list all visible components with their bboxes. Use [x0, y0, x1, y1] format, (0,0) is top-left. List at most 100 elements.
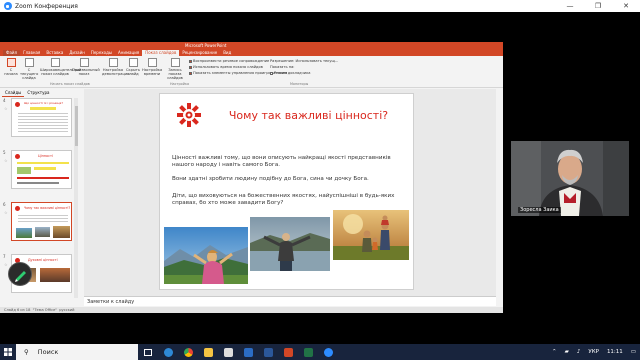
search-icon: ⚲: [24, 348, 29, 356]
task-view-icon[interactable]: [138, 344, 158, 360]
zoom-window-title: Zoom Конференция: [15, 2, 78, 10]
edge-icon[interactable]: [158, 344, 178, 360]
hide-slide-label: Скрыть слайд: [126, 68, 141, 76]
photo-family-sunset: [333, 210, 409, 260]
use-timings-label: Использовать время показа слайдов: [193, 65, 263, 69]
star-icon: ☆: [4, 158, 8, 163]
thumb-line: [17, 177, 69, 179]
slide-editor: Чому так важливі цінності? Цінності важл…: [84, 89, 496, 296]
ornament-icon: [177, 103, 201, 127]
network-icon[interactable]: ▰: [565, 349, 569, 355]
zoom-glyph: [323, 347, 333, 357]
participant-avatar: [511, 141, 629, 216]
broadcast-icon: [50, 58, 60, 67]
window-controls: — ❐ ✕: [556, 2, 640, 10]
tab-outline[interactable]: Структура: [24, 89, 52, 97]
file-explorer-icon[interactable]: [198, 344, 218, 360]
word-glyph: [263, 347, 273, 357]
show-on-select[interactable]: Показать на:: [270, 65, 295, 69]
maximize-button[interactable]: ❐: [584, 2, 612, 10]
custom-show-label: Произвольный показ: [72, 68, 100, 76]
setup-icon: [108, 58, 118, 67]
from-beginning-label: С начала: [4, 68, 18, 76]
start-button[interactable]: [0, 344, 16, 360]
annotate-icon: [15, 271, 26, 282]
mail-icon[interactable]: [238, 344, 258, 360]
narrations-label: Воспроизвести речевое сопровождение: [193, 59, 270, 63]
thumb-text: [18, 214, 68, 224]
slide-notes-field[interactable]: Заметки к слайду: [84, 296, 496, 306]
resolution-value: Использовать текущ...: [295, 59, 339, 63]
powerpoint-icon[interactable]: [278, 344, 298, 360]
excel-glyph: [303, 347, 313, 357]
thumb-line: [17, 182, 59, 184]
from-current-label: С текущего слайда: [20, 68, 39, 80]
slide-paragraph: Вони здатні зробити людину подібну до Бо…: [172, 176, 369, 182]
broadcast-button[interactable]: Широковещательный показ слайдов: [40, 58, 81, 76]
use-timings-checkbox[interactable]: Использовать время показа слайдов: [189, 65, 263, 69]
from-current-button[interactable]: С текущего слайда: [20, 58, 38, 80]
minimize-button[interactable]: —: [556, 2, 584, 10]
thumb-highlight: [34, 167, 56, 170]
store-icon[interactable]: [218, 344, 238, 360]
language-indicator: русский: [59, 308, 75, 312]
mail-glyph: [243, 347, 253, 357]
word-icon[interactable]: [258, 344, 278, 360]
tab-slides[interactable]: Слайды: [2, 89, 25, 97]
timer-icon: [147, 58, 157, 67]
rehearse-label: Настройка времени: [142, 68, 163, 76]
clock[interactable]: 11:11: [607, 349, 623, 355]
ornament-icon: [15, 102, 20, 107]
photo-woman-mountains: [164, 227, 248, 284]
scrollbar-thumb[interactable]: [74, 106, 78, 146]
narrations-checkbox[interactable]: Воспроизвести речевое сопровождение: [189, 59, 269, 63]
star-icon: ☆: [4, 210, 8, 215]
rehearse-timings-button[interactable]: Настройка времени: [142, 58, 162, 76]
taskbar-search[interactable]: ⚲ Поиск: [16, 344, 138, 360]
setup-show-button[interactable]: Настройка демонстрации: [102, 58, 130, 76]
slide-number: 7: [3, 254, 6, 259]
presenter-view-checkbox[interactable]: Режим докладчика: [270, 71, 310, 75]
volume-icon[interactable]: ♪: [577, 349, 581, 355]
zoom-app-icon[interactable]: [318, 344, 338, 360]
search-placeholder: Поиск: [37, 348, 59, 356]
resolution-label: Разрешение:: [270, 59, 295, 63]
close-button[interactable]: ✕: [612, 2, 640, 10]
checkbox-icon: [270, 71, 273, 75]
thumb-highlight: [30, 107, 56, 110]
resolution-select[interactable]: Разрешение: Использовать текущ...: [270, 59, 338, 63]
windows-taskbar: ⚲ Поиск ⌃ ▰ ♪ УКР 11:11 ▭: [0, 344, 640, 360]
folder-glyph: [203, 347, 213, 357]
thumb-title: Цінності: [38, 154, 53, 158]
chevron-up-icon[interactable]: ⌃: [552, 349, 557, 355]
thumb-photo: [53, 226, 70, 238]
group-label-setup: Настройка: [170, 82, 190, 86]
thumb-title: Що цінності їх і різниця?: [24, 101, 63, 105]
custom-show-button[interactable]: Произвольный показ: [72, 58, 100, 76]
checkbox-icon: [189, 65, 192, 69]
participant-name: Зоресла Заика: [518, 207, 561, 213]
thumbnails-scrollbar[interactable]: [74, 98, 78, 298]
thumb-shape: [17, 167, 31, 174]
custom-show-icon: [79, 58, 89, 67]
share-control-button[interactable]: [8, 262, 32, 286]
slide-thumbnail-selected[interactable]: Чому так важливі цінності?: [11, 202, 72, 241]
slide-title: Чому так важливі цінності?: [228, 109, 389, 122]
chrome-icon[interactable]: [178, 344, 198, 360]
record-show-button[interactable]: Запись показа слайдов: [164, 58, 186, 80]
thumb-title: Духовні цінності: [28, 258, 58, 262]
participant-video[interactable]: Зоресла Заика: [511, 141, 629, 216]
record-label: Запись показа слайдов: [167, 68, 183, 80]
task-view-glyph: [144, 348, 152, 356]
slide-thumbnail[interactable]: Цінності: [11, 150, 72, 189]
hide-slide-button[interactable]: Скрыть слайд: [126, 58, 140, 76]
keyboard-language[interactable]: УКР: [588, 349, 599, 355]
excel-icon[interactable]: [298, 344, 318, 360]
thumb-photo: [16, 228, 32, 238]
slide-thumbnail[interactable]: Що цінності їх і різниця?: [11, 98, 72, 137]
ribbon-tabs: Файл Главная Вставка Дизайн Переходы Ани…: [0, 49, 503, 56]
notifications-icon[interactable]: ▭: [631, 349, 636, 355]
from-beginning-button[interactable]: С начала: [4, 58, 18, 76]
current-slide[interactable]: Чому так важливі цінності? Цінності важл…: [159, 93, 414, 290]
star-icon: ☆: [4, 262, 8, 267]
